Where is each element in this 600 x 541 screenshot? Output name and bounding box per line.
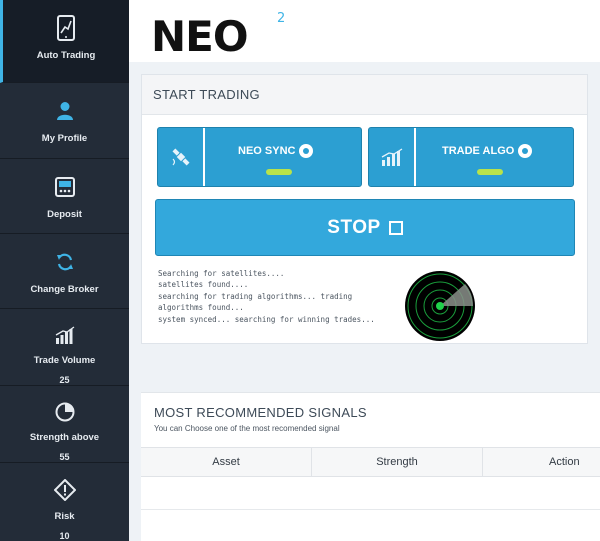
neo-sync-label: NEO SYNC — [238, 145, 296, 157]
sidebar-item-auto-trading[interactable]: Auto Trading — [0, 0, 129, 83]
neo-sync-radio-icon — [299, 144, 314, 158]
volume-chart-icon — [55, 325, 75, 345]
sidebar-item-label: Strength above — [29, 432, 100, 443]
trade-algo-label-wrap: TRADE ALGO — [442, 144, 533, 158]
neo-logo: NEO 2 — [151, 11, 285, 56]
neo-sync-status-led — [266, 169, 292, 175]
stop-square-icon — [388, 220, 403, 235]
signals-subtitle: You can Choose one of the most recomende… — [154, 424, 340, 433]
table-row-divider — [141, 509, 600, 510]
column-header-strength[interactable]: Strength — [312, 448, 483, 476]
signals-panel: MOST RECOMMENDED SIGNALS You can Choose … — [141, 392, 600, 541]
column-header-action[interactable]: Action — [483, 448, 600, 476]
logo-text: NEO — [151, 12, 248, 56]
log-line: algorithms found... — [158, 303, 244, 313]
log-line: system synced... searching for winning t… — [158, 314, 375, 324]
column-header-asset[interactable]: Asset — [141, 448, 312, 476]
sidebar-item-label: Auto Trading — [36, 50, 96, 61]
log-line: searching for trading algorithms... trad… — [158, 291, 353, 301]
start-trading-panel: START TRADING NEO SYNC TRADE ALGO STOP S… — [141, 74, 588, 344]
sidebar-item-label: Trade Volume — [33, 355, 96, 366]
trade-algo-button[interactable]: TRADE ALGO — [368, 127, 574, 187]
sidebar: Auto Trading My Profile Deposit Change B… — [0, 0, 129, 541]
status-log: Searching for satellites.... satellites … — [158, 268, 398, 325]
log-line: satellites found.... — [158, 280, 249, 290]
sidebar-item-label: Deposit — [47, 209, 82, 220]
sidebar-item-deposit[interactable]: Deposit — [0, 159, 129, 234]
sidebar-item-trade-volume[interactable]: Trade Volume 25 — [0, 309, 129, 386]
trade-algo-radio-icon — [518, 144, 533, 158]
risk-value: 10 — [59, 531, 70, 541]
auto-trading-icon — [57, 15, 75, 41]
trade-algo-status-led — [477, 169, 503, 175]
sidebar-item-change-broker[interactable]: Change Broker — [0, 234, 129, 309]
sidebar-item-label: Risk — [54, 511, 75, 522]
stop-label: STOP — [327, 216, 381, 238]
signals-title: MOST RECOMMENDED SIGNALS — [154, 405, 367, 420]
strength-above-value: 55 — [59, 452, 70, 462]
sidebar-item-strength-above[interactable]: Strength above 55 — [0, 386, 129, 463]
satellite-icon — [158, 128, 205, 186]
neo-sync-button[interactable]: NEO SYNC — [157, 127, 362, 187]
stop-button[interactable]: STOP — [155, 199, 575, 256]
trade-algo-label: TRADE ALGO — [442, 145, 515, 157]
signals-table-header: Asset Strength Action — [141, 447, 600, 477]
sidebar-item-label: Change Broker — [30, 284, 99, 295]
pie-icon — [55, 402, 75, 422]
log-line: Searching for satellites.... — [158, 269, 285, 278]
logo-superscript: 2 — [277, 11, 285, 26]
user-icon — [56, 99, 74, 123]
warning-icon — [53, 479, 76, 501]
start-trading-title: START TRADING — [142, 75, 587, 115]
header: NEO 2 — [129, 0, 600, 62]
sidebar-item-label: My Profile — [41, 133, 88, 144]
refresh-icon — [55, 250, 75, 274]
volume-chart-icon — [369, 128, 416, 186]
neo-sync-label-wrap: NEO SYNC — [238, 144, 314, 158]
sidebar-item-risk[interactable]: Risk 10 — [0, 463, 129, 541]
deposit-icon — [54, 175, 75, 199]
trade-volume-value: 25 — [59, 375, 70, 385]
sidebar-item-my-profile[interactable]: My Profile — [0, 83, 129, 159]
radar-scanner-icon — [405, 271, 475, 341]
